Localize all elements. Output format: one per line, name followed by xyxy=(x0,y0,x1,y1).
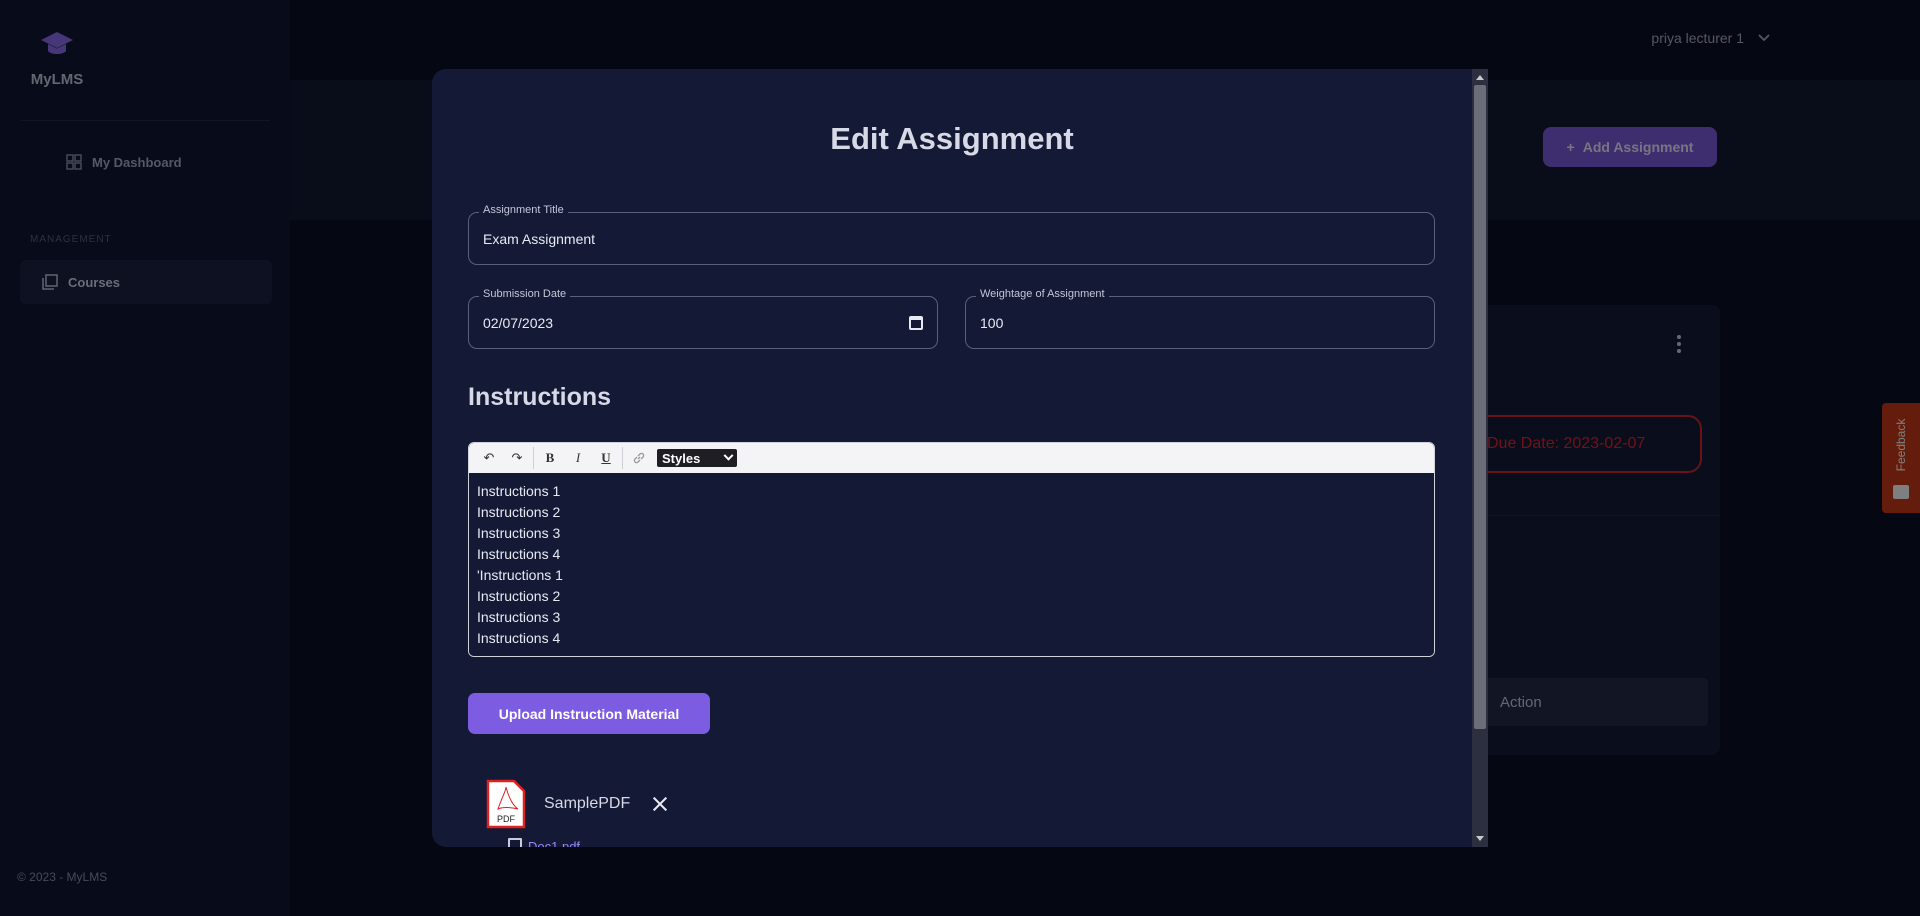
instructions-editor: ↶ ↷ B I U Styles Instructions 1 Instruct… xyxy=(468,442,1435,657)
assignment-title-label: Assignment Title xyxy=(479,204,568,216)
upload-instruction-material-button[interactable]: Upload Instruction Material xyxy=(468,693,710,734)
editor-line: Instructions 3 xyxy=(477,609,561,625)
chevron-down-icon xyxy=(723,450,734,461)
submission-date-input[interactable]: 02/07/2023 xyxy=(483,315,909,331)
weightage-input[interactable]: 100 xyxy=(980,315,1420,331)
weightage-field[interactable]: Weightage of Assignment 100 xyxy=(965,288,1435,349)
close-icon[interactable] xyxy=(650,794,670,814)
editor-line: 'Instructions 1 xyxy=(477,567,563,583)
file-name: SamplePDF xyxy=(544,795,631,812)
document-icon xyxy=(508,838,522,847)
link-icon[interactable] xyxy=(625,445,653,471)
pdf-file-icon[interactable]: PDF xyxy=(486,779,526,829)
doc-link[interactable]: Doc1.pdf xyxy=(508,838,580,847)
editor-content[interactable]: Instructions 1 Instructions 2 Instructio… xyxy=(469,473,1434,656)
styles-dropdown[interactable]: Styles xyxy=(657,449,737,467)
editor-line: Instructions 4 xyxy=(477,546,561,562)
assignment-title-field[interactable]: Assignment Title Exam Assignment xyxy=(468,204,1435,265)
bold-icon[interactable]: B xyxy=(536,445,564,471)
instructions-heading: Instructions xyxy=(468,383,612,411)
toolbar-divider xyxy=(533,447,534,469)
editor-toolbar: ↶ ↷ B I U Styles xyxy=(469,443,1434,473)
editor-line: Instructions 2 xyxy=(477,588,561,604)
modal-scrollbar[interactable] xyxy=(1472,69,1488,847)
italic-icon[interactable]: I xyxy=(564,445,592,471)
scroll-down-icon[interactable] xyxy=(1476,836,1484,841)
editor-line: Instructions 2 xyxy=(477,504,561,520)
submission-date-field[interactable]: Submission Date 02/07/2023 xyxy=(468,288,938,349)
scrollbar-thumb[interactable] xyxy=(1474,85,1486,729)
styles-label: Styles xyxy=(662,450,701,466)
attached-file: PDF SamplePDF xyxy=(486,779,670,829)
editor-line: Instructions 3 xyxy=(477,525,561,541)
edit-assignment-modal: Edit Assignment Assignment Title Exam As… xyxy=(432,69,1488,847)
submission-date-label: Submission Date xyxy=(479,288,571,300)
doc-link-label: Doc1.pdf xyxy=(528,838,581,848)
editor-line: Instructions 1 xyxy=(477,483,561,499)
redo-icon[interactable]: ↷ xyxy=(503,445,531,471)
scroll-up-icon[interactable] xyxy=(1476,75,1484,80)
editor-line: Instructions 4 xyxy=(477,630,561,646)
pdf-icon-text: PDF xyxy=(497,814,516,824)
weightage-label: Weightage of Assignment xyxy=(976,288,1109,300)
modal-title: Edit Assignment xyxy=(830,121,1074,156)
underline-icon[interactable]: U xyxy=(592,445,620,471)
undo-icon[interactable]: ↶ xyxy=(475,445,503,471)
assignment-title-input[interactable]: Exam Assignment xyxy=(483,231,1420,247)
toolbar-divider xyxy=(622,447,623,469)
calendar-icon[interactable] xyxy=(909,315,923,330)
